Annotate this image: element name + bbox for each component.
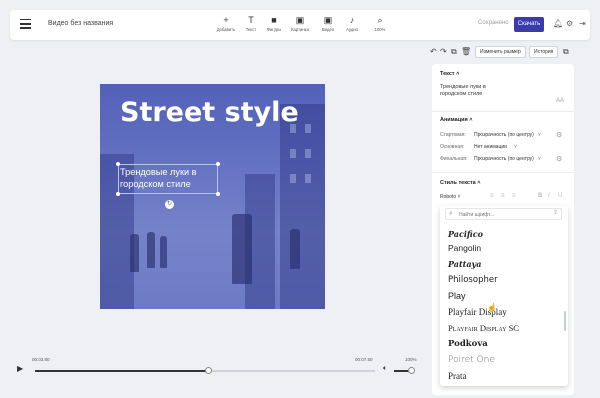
- redo-icon[interactable]: ↷: [440, 47, 447, 56]
- font-option[interactable]: Pacifico: [448, 229, 483, 239]
- timeline-scrubber[interactable]: [204, 367, 212, 374]
- align-right-icon[interactable]: ≡: [512, 193, 516, 199]
- volume-knob[interactable]: [408, 367, 415, 374]
- window: [290, 149, 296, 158]
- delete-icon[interactable]: 🗑︎: [461, 47, 471, 56]
- history-button[interactable]: История: [529, 46, 559, 58]
- tool-label: 100%: [374, 27, 386, 32]
- anim-main-select[interactable]: Нет анимации: [474, 144, 507, 150]
- resize-handle[interactable]: [216, 192, 220, 196]
- chevron-down-icon[interactable]: ˅: [514, 144, 517, 150]
- rotate-icon[interactable]: ↻: [165, 200, 174, 209]
- save-status: Сохранено: [478, 20, 509, 26]
- volume-icon[interactable]: 🔈︎: [383, 365, 387, 373]
- window: [305, 124, 311, 133]
- text-value[interactable]: Трендовые луки в городском стиле: [440, 84, 500, 98]
- font-search-input[interactable]: [459, 210, 539, 219]
- text-section-header[interactable]: Текст ˄: [440, 71, 459, 77]
- panel-toolbar: ↶ ↷ ⧉ 🗑︎ Изменить размер История ⧉: [430, 45, 575, 61]
- anim-label: Финальная:: [440, 156, 468, 162]
- timeline-zoom: 100%: [405, 357, 417, 362]
- window: [290, 174, 296, 183]
- pedestrian: [130, 234, 139, 272]
- align-center-icon[interactable]: ≡: [501, 193, 505, 199]
- font-option[interactable]: Playfair Display SC: [448, 323, 519, 333]
- font-option[interactable]: Playfair Display: [448, 307, 507, 317]
- tool-label: Картинка: [291, 27, 309, 32]
- timeline: 00:03.80 00:07.50 100% ▶ 🔈︎: [10, 353, 420, 385]
- gear-icon[interactable]: ⚙: [556, 131, 562, 139]
- external-link-icon[interactable]: ⧉: [563, 47, 569, 57]
- upload-icon[interactable]: ⇪: [553, 209, 558, 216]
- font-option[interactable]: Play: [448, 291, 466, 301]
- resize-button[interactable]: Изменить размер: [475, 46, 526, 58]
- copy-icon[interactable]: ⧉: [451, 47, 457, 57]
- menu-icon[interactable]: [20, 19, 31, 29]
- video-canvas[interactable]: Street style Трендовые луки в городском …: [100, 84, 325, 309]
- anim-start-select[interactable]: Прозрачность (по центру): [474, 132, 534, 138]
- align-left-icon[interactable]: ≡: [490, 193, 494, 199]
- logout-icon[interactable]: ⇥: [579, 19, 586, 29]
- font-search[interactable]: ⌕: [445, 208, 562, 220]
- resize-handle[interactable]: [116, 192, 120, 196]
- dropdown-scrollbar[interactable]: [564, 311, 566, 331]
- animation-section-header[interactable]: Анимация ˄: [440, 117, 472, 123]
- font-option[interactable]: Prata: [448, 371, 467, 381]
- font-option[interactable]: Pangolin: [448, 243, 481, 253]
- tool-label: Добавить: [216, 27, 236, 32]
- pedestrian: [290, 229, 300, 269]
- search-icon: ⌕: [449, 210, 453, 217]
- tool-label: Видео: [321, 27, 335, 32]
- anim-label: Стартовая:: [440, 132, 466, 138]
- bell-icon[interactable]: 🔔︎: [553, 19, 563, 29]
- tool-zoom[interactable]: ⌕ 100%: [364, 15, 396, 32]
- font-option[interactable]: Podkova: [448, 339, 488, 349]
- current-time: 00:03.80: [32, 357, 50, 362]
- timeline-progress: [35, 370, 209, 372]
- pedestrian: [147, 232, 155, 268]
- font-option[interactable]: Philosopher: [448, 275, 498, 285]
- zoom-icon: ⌕: [377, 15, 383, 25]
- download-button[interactable]: Скачать: [514, 17, 544, 32]
- anim-label: Основная:: [440, 144, 465, 150]
- anim-end-select[interactable]: Прозрачность (по центру): [474, 156, 534, 162]
- mouse-cursor-icon: ☝: [487, 303, 497, 312]
- timeline-track[interactable]: [35, 367, 375, 374]
- text-size-icon[interactable]: AA: [556, 98, 564, 104]
- canvas-subtitle[interactable]: Трендовые луки в городском стиле: [120, 166, 230, 190]
- underline-icon[interactable]: U: [558, 193, 562, 199]
- gear-icon[interactable]: ⚙: [556, 155, 562, 163]
- pedestrian: [160, 236, 167, 268]
- divider: [432, 172, 574, 173]
- font-dropdown: ⌕ ⇪ Pacifico Pangolin Pattaya Philosophe…: [440, 206, 568, 386]
- top-bar: Видео без названия + Добавить T Текст ■ …: [10, 10, 590, 40]
- canvas-title[interactable]: Street style: [120, 98, 299, 127]
- font-select[interactable]: Roboto ˅: [440, 194, 460, 200]
- undo-icon[interactable]: ↶: [430, 47, 437, 56]
- document-title[interactable]: Видео без названия: [48, 20, 113, 27]
- play-icon[interactable]: ▶: [17, 364, 23, 373]
- font-option[interactable]: Poiret One: [448, 355, 495, 365]
- background-building: [280, 104, 325, 309]
- chevron-down-icon[interactable]: ˅: [538, 132, 541, 138]
- divider: [432, 111, 574, 112]
- gear-icon[interactable]: ⚙: [566, 19, 573, 29]
- bold-icon[interactable]: B: [538, 193, 542, 199]
- font-option[interactable]: Pattaya: [448, 259, 481, 269]
- total-time: 00:07.50: [355, 357, 373, 362]
- tool-label: Текст: [245, 27, 257, 32]
- window: [305, 174, 311, 183]
- tool-label: Аудио: [346, 27, 358, 32]
- italic-icon[interactable]: I: [548, 193, 550, 199]
- chevron-down-icon[interactable]: ˅: [538, 156, 541, 162]
- text-style-section-header[interactable]: Стиль текста ˄: [440, 180, 480, 186]
- pedestrian: [232, 214, 252, 284]
- tool-label: Фигуры: [266, 27, 282, 32]
- window: [305, 149, 311, 158]
